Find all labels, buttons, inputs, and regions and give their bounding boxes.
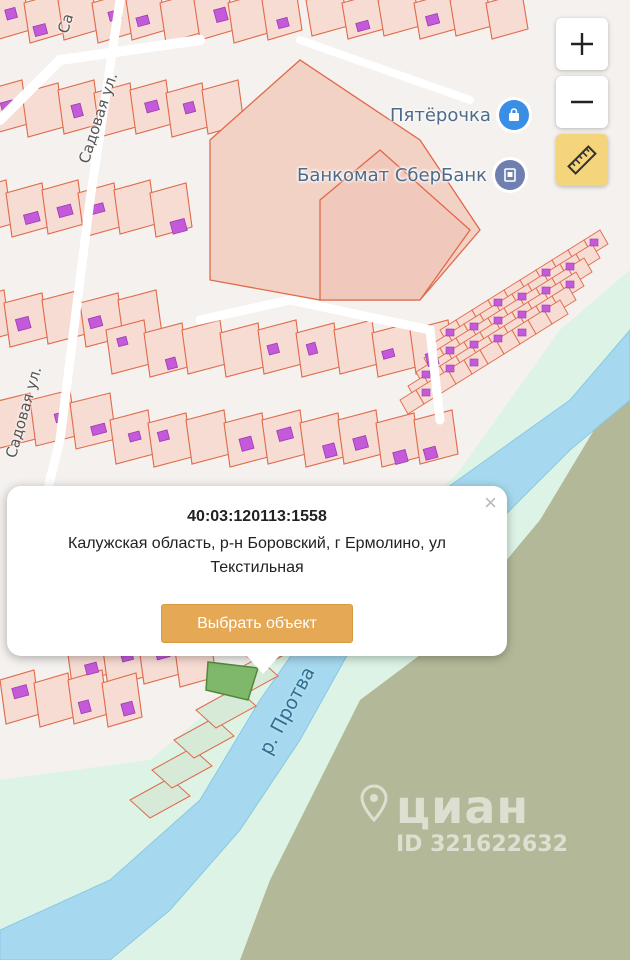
building bbox=[421, 370, 431, 379]
building bbox=[421, 388, 431, 397]
parcel[interactable] bbox=[185, 409, 231, 465]
poi-label: Банкомат СберБанк bbox=[297, 164, 488, 186]
building bbox=[469, 322, 479, 331]
building bbox=[445, 364, 455, 373]
parcel[interactable] bbox=[67, 669, 109, 725]
building bbox=[469, 358, 479, 367]
plus-icon bbox=[571, 33, 593, 55]
building bbox=[469, 340, 479, 349]
building bbox=[238, 435, 255, 452]
building bbox=[517, 292, 527, 301]
location-pin-icon bbox=[360, 784, 388, 823]
building bbox=[445, 346, 455, 355]
building bbox=[182, 100, 197, 115]
parcel-popup: × 40:03:120113:1558 Калужская область, р… bbox=[7, 486, 507, 674]
building bbox=[517, 310, 527, 319]
building bbox=[541, 268, 551, 277]
parcel[interactable] bbox=[105, 319, 151, 375]
poi-label: Пятёрочка bbox=[390, 104, 491, 126]
zoom-in-button[interactable] bbox=[556, 18, 608, 70]
parcel[interactable] bbox=[299, 412, 345, 468]
ruler-icon bbox=[567, 145, 597, 175]
building bbox=[4, 6, 18, 21]
building bbox=[164, 356, 179, 371]
popup-pointer bbox=[245, 654, 281, 674]
building bbox=[565, 262, 575, 271]
building bbox=[156, 429, 171, 443]
close-icon[interactable]: × bbox=[484, 492, 497, 514]
parcel[interactable] bbox=[143, 322, 189, 378]
building bbox=[493, 298, 503, 307]
minus-icon bbox=[571, 100, 593, 104]
watermark-brand: циан bbox=[396, 780, 530, 834]
parcel[interactable] bbox=[371, 322, 417, 378]
ruler-button[interactable] bbox=[556, 134, 608, 186]
atm-icon bbox=[495, 160, 526, 190]
parcel[interactable] bbox=[147, 412, 193, 468]
parcel[interactable] bbox=[219, 322, 265, 378]
parcel[interactable] bbox=[101, 672, 143, 728]
building bbox=[517, 328, 527, 337]
watermark-id: ID 321622632 bbox=[396, 832, 568, 857]
building bbox=[266, 342, 280, 356]
parcel[interactable] bbox=[113, 179, 157, 235]
parcel[interactable] bbox=[295, 322, 341, 378]
parcel-address: Калужская область, р-н Боровский, г Ермо… bbox=[68, 535, 446, 576]
building bbox=[493, 334, 503, 343]
building bbox=[541, 286, 551, 295]
building bbox=[541, 304, 551, 313]
building bbox=[589, 238, 599, 247]
parcel[interactable] bbox=[257, 319, 303, 375]
poi-sberbank-atm[interactable]: Банкомат СберБанк bbox=[297, 160, 526, 190]
parcel[interactable] bbox=[69, 392, 117, 450]
building bbox=[445, 328, 455, 337]
parcel[interactable] bbox=[181, 319, 227, 375]
poi-pyaterochka[interactable]: Пятёрочка bbox=[390, 100, 529, 130]
building bbox=[493, 316, 503, 325]
building bbox=[565, 280, 575, 289]
watermark: циан ID 321622632 bbox=[358, 780, 568, 857]
select-object-button[interactable]: Выбрать объект bbox=[161, 604, 353, 643]
cadastral-number: 40:03:120113:1558 bbox=[187, 508, 327, 525]
parcel[interactable] bbox=[333, 319, 379, 375]
zoom-out-button[interactable] bbox=[556, 76, 608, 128]
shopping-bag-icon bbox=[498, 100, 529, 130]
